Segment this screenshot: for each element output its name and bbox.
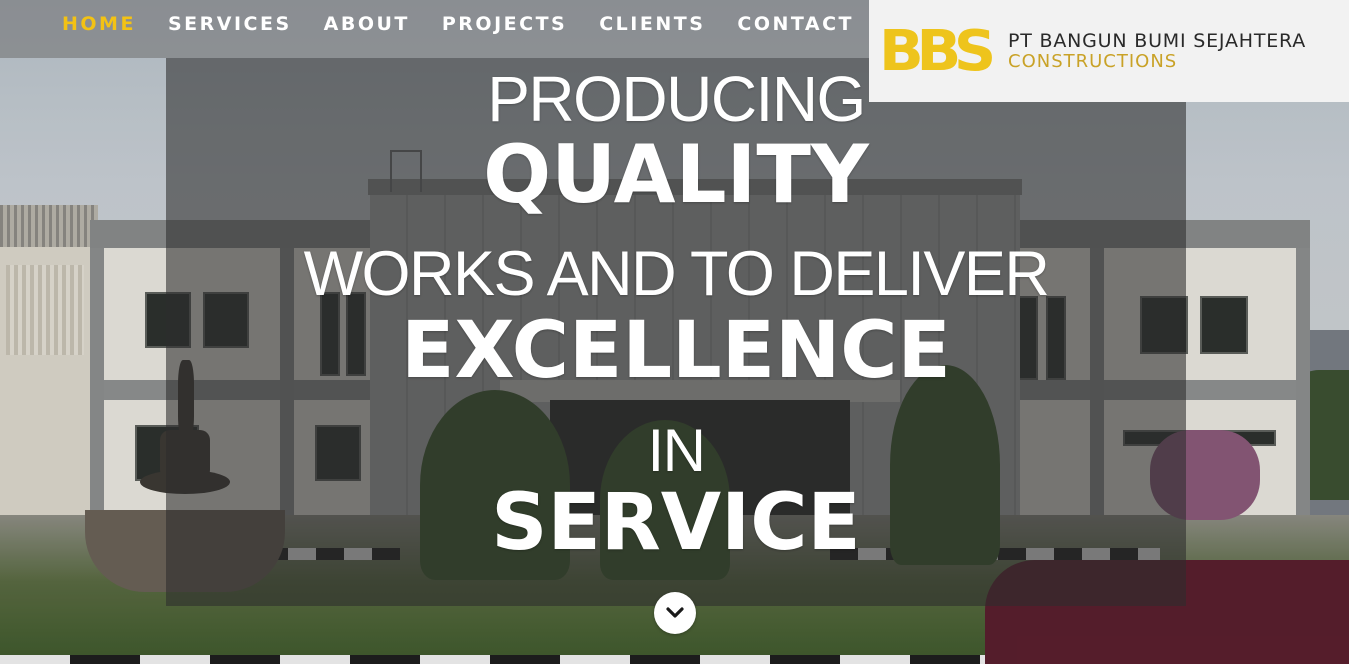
nav-item-home[interactable]: HOME <box>62 13 136 35</box>
top-nav: HOME SERVICES ABOUT PROJECTS CLIENTS CON… <box>0 0 869 58</box>
headline-line-4: EXCELLENCE <box>401 306 951 396</box>
chevron-down-icon <box>666 607 684 618</box>
scroll-down-button[interactable] <box>654 592 696 634</box>
nav-item-projects[interactable]: PROJECTS <box>442 13 567 35</box>
headline-line-6: SERVICE <box>491 478 861 568</box>
headline-line-2: QUALITY <box>483 128 869 221</box>
nav-item-services[interactable]: SERVICES <box>168 13 292 35</box>
logo-company-name: PT BANGUN BUMI SEJAHTERA <box>1008 30 1307 52</box>
nav-menu: HOME SERVICES ABOUT PROJECTS CLIENTS CON… <box>62 0 886 48</box>
nav-item-about[interactable]: ABOUT <box>324 13 410 35</box>
nav-item-contact[interactable]: CONTACT <box>737 13 854 35</box>
nav-item-clients[interactable]: CLIENTS <box>599 13 705 35</box>
headline-line-1: PRODUCING <box>487 63 866 135</box>
headline-line-3: WORKS AND TO DELIVER <box>303 239 1050 309</box>
headline-line-5: IN <box>647 417 707 484</box>
